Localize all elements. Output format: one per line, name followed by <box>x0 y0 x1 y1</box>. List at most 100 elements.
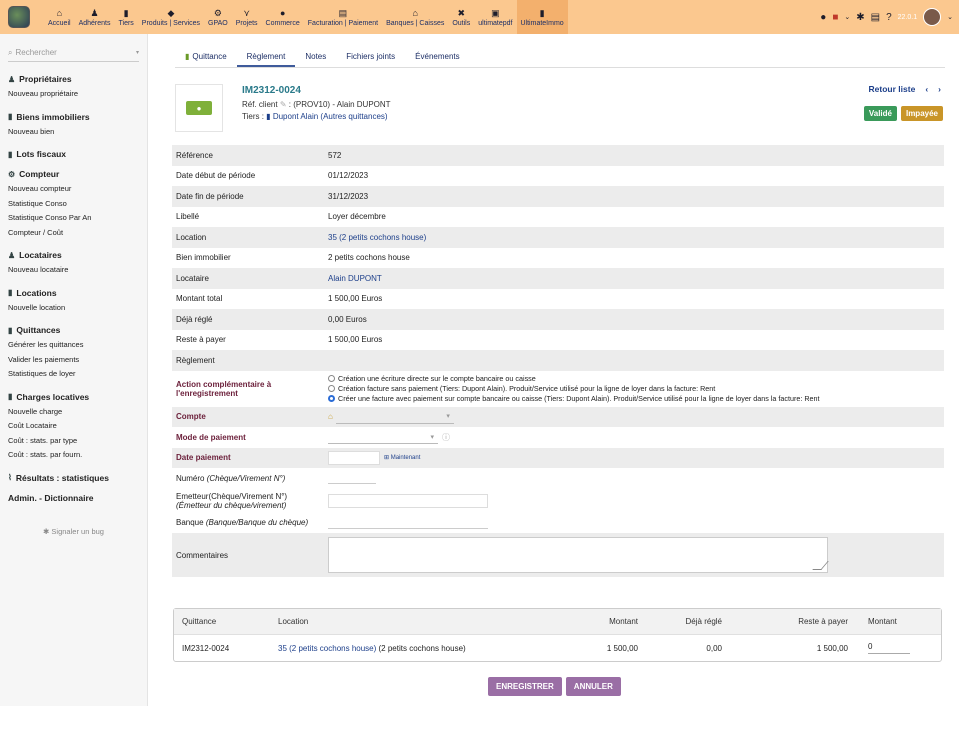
field-value[interactable]: Alain DUPONT <box>328 274 944 283</box>
sidebar-link[interactable]: Coût : stats. par fourn. <box>8 448 139 463</box>
sidebar-link[interactable]: Nouveau bien <box>8 125 139 140</box>
search-field[interactable]: ⌕ Rechercher ▾ <box>8 44 139 62</box>
flag-icon[interactable]: ■ <box>832 12 838 23</box>
industry-icon: ⚙ <box>213 7 222 18</box>
next-icon[interactable]: › <box>938 84 941 94</box>
sidebar-link[interactable]: Coût Locataire <box>8 419 139 434</box>
bug-icon[interactable]: ✱ <box>856 12 864 23</box>
now-label: Maintenant <box>390 455 421 462</box>
sidebar-item-propri-taires[interactable]: ♟ Propriétaires <box>8 74 139 84</box>
sidebar-link[interactable]: Nouveau propriétaire <box>8 87 139 102</box>
sidebar-link[interactable]: Statistiques de loyer <box>8 367 139 382</box>
previous-icon[interactable]: ‹ <box>925 84 928 94</box>
menu-adh-rents[interactable]: ♟ Adhérents <box>75 0 115 34</box>
radio-button[interactable] <box>328 375 335 382</box>
account-row: Compte ⌂ ▾ <box>172 406 944 427</box>
sidebar-link[interactable]: Statistique Conso <box>8 197 139 212</box>
sidebar-link[interactable]: Nouveau locataire <box>8 263 139 278</box>
tab-r-glement[interactable]: Règlement <box>236 48 296 67</box>
tab-notes[interactable]: Notes <box>295 48 336 67</box>
menu-projets[interactable]: ⋎ Projets <box>232 0 262 34</box>
plus-circle-icon[interactable]: ● <box>820 12 826 23</box>
search-input[interactable]: Rechercher <box>15 48 136 57</box>
company-logo[interactable] <box>8 6 30 28</box>
receipt-ref: IM2312-0024 <box>242 85 301 96</box>
sidebar-item-locataires[interactable]: ♟ Locataires <box>8 250 139 260</box>
menu-banques-caisses[interactable]: ⌂ Banques | Caisses <box>382 0 448 34</box>
other-receipts-link[interactable]: (Autres quittances) <box>320 112 387 121</box>
menu-produits-services[interactable]: ◆ Produits | Services <box>138 0 204 34</box>
car-icon: ⚙ <box>8 169 16 179</box>
home-icon: ⌂ <box>56 7 62 18</box>
sidebar-link[interactable]: Compteur / Coût <box>8 226 139 241</box>
field-row: Règlement <box>172 350 944 371</box>
comments-textarea[interactable] <box>328 537 828 573</box>
sidebar-item-quittances[interactable]: ▮ Quittances <box>8 325 139 335</box>
action-option[interactable]: Création une écriture directe sur le com… <box>328 374 944 384</box>
help-icon[interactable]: ? <box>886 12 892 23</box>
sidebar-link[interactable]: Coût : stats. par type <box>8 434 139 449</box>
number-input[interactable] <box>328 472 376 485</box>
report-bug-link[interactable]: ✱ Signaler un bug <box>0 527 147 536</box>
sidebar-item-r-sultats-statistiques[interactable]: ⌇ Résultats : statistiques <box>8 473 139 483</box>
chevron-down-icon[interactable]: ▾ <box>136 49 139 56</box>
sidebar-link[interactable]: Statistique Conso Par An <box>8 211 139 226</box>
menu-facturation-paiement[interactable]: ▤ Facturation | Paiement <box>304 0 382 34</box>
location-link[interactable]: 35 (2 petits cochons house) <box>278 644 376 653</box>
emitter-label: Emetteur(Chèque/Virement N°) (Émetteur du… <box>172 492 328 510</box>
menu-gpao[interactable]: ⚙ GPAO <box>204 0 232 34</box>
sidebar-item-locations[interactable]: ▮ Locations <box>8 288 139 298</box>
pencil-icon[interactable]: ✎ <box>280 100 287 109</box>
bank-input[interactable] <box>328 517 488 529</box>
radio-button[interactable] <box>328 395 335 402</box>
location-extra: (2 petits cochons house) <box>378 643 466 653</box>
radio-button[interactable] <box>328 385 335 392</box>
chevron-down-icon[interactable]: ⌄ <box>844 13 850 21</box>
account-select[interactable]: ▾ <box>335 410 454 424</box>
payment-mode-select[interactable]: ▾ <box>328 430 438 445</box>
back-to-list-link[interactable]: Retour liste <box>869 84 916 94</box>
comments-label: Commentaires <box>176 550 229 560</box>
col-reste: Reste à payer <box>798 617 848 626</box>
cancel-button[interactable]: ANNULER <box>565 677 621 696</box>
menu-accueil[interactable]: ⌂ Accueil <box>44 0 75 34</box>
menu-tiers[interactable]: ▮ Tiers <box>115 0 138 34</box>
tab-fichiers-joints[interactable]: Fichiers joints <box>336 48 405 67</box>
field-label: Référence <box>176 150 213 160</box>
sidebar-heading-label: Admin. - Dictionnaire <box>8 492 94 503</box>
action-row: Action complémentaire à l'enregistrement… <box>172 371 944 407</box>
menu-label: UltimateImmo <box>520 19 564 27</box>
sidebar-link[interactable]: Nouvelle charge <box>8 405 139 420</box>
menu-ultimateimmo[interactable]: ▮ UltimateImmo <box>516 0 568 34</box>
chevron-down-icon[interactable]: ⌄ <box>947 13 953 21</box>
menu-ultimatepdf[interactable]: ▣ ultimatepdf <box>474 0 516 34</box>
action-option[interactable]: Créer une facture avec paiement sur comp… <box>328 394 944 404</box>
emitter-label-text: Emetteur(Chèque/Virement N°) <box>176 491 288 501</box>
save-button[interactable]: ENREGISTRER <box>488 677 562 696</box>
menu-commerce[interactable]: ● Commerce <box>262 0 304 34</box>
cell-quittance: IM2312-0024 <box>182 643 230 653</box>
sidebar-link[interactable]: Nouveau compteur <box>8 182 139 197</box>
amount-input[interactable]: 0 <box>868 642 910 654</box>
sidebar-item-admin-dictionnaire[interactable]: Admin. - Dictionnaire <box>8 493 139 503</box>
payment-date-input[interactable] <box>328 450 380 465</box>
field-value[interactable]: 35 (2 petits cochons house) <box>328 233 944 242</box>
sidebar-link[interactable]: Générer les quittances <box>8 338 139 353</box>
menu-outils[interactable]: ✖ Outils <box>448 0 474 34</box>
emitter-input[interactable] <box>328 493 488 508</box>
sidebar-item-biens-immobiliers[interactable]: ▮ Biens immobiliers <box>8 112 139 122</box>
tiers-link[interactable]: Dupont Alain <box>273 112 318 121</box>
document-icon: ▮ <box>8 325 13 335</box>
tab-quittance[interactable]: ▮ Quittance <box>175 48 237 67</box>
sidebar-link[interactable]: Nouvelle location <box>8 301 139 316</box>
sidebar-item-charges-locatives[interactable]: ▮ Charges locatives <box>8 392 139 402</box>
avatar[interactable] <box>923 8 942 26</box>
sidebar-link[interactable]: Valider les paiements <box>8 353 139 368</box>
tab--v-nements[interactable]: Événements <box>405 48 469 67</box>
comments-row: Commentaires <box>172 533 944 577</box>
print-icon[interactable]: ▤ <box>871 12 880 23</box>
action-option[interactable]: Création facture sans paiement (Tiers: D… <box>328 384 944 394</box>
sidebar-item-lots-fiscaux[interactable]: ▮ Lots fiscaux <box>8 149 139 159</box>
sidebar-item-compteur[interactable]: ⚙ Compteur <box>8 169 139 179</box>
now-link[interactable]: ⊞ Maintenant <box>384 454 420 461</box>
